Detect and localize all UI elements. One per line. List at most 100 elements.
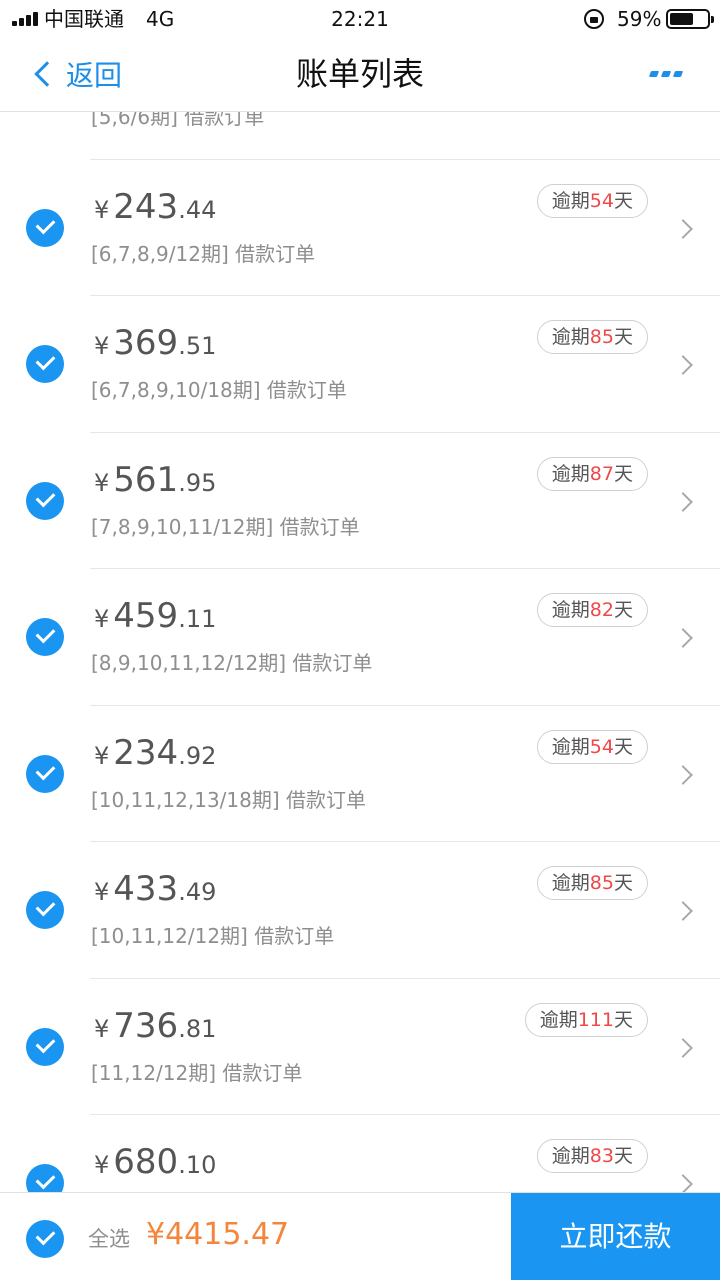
overdue-badge: 逾期54天 xyxy=(536,183,648,218)
bill-amount: ¥561.95 xyxy=(94,460,216,500)
bill-description: [7,8,9,10,11/12期] 借款订单 xyxy=(91,514,360,539)
bill-amount: ¥369.51 xyxy=(94,323,216,363)
bill-row[interactable]: [5,6/6期] 借款订单 xyxy=(0,112,720,160)
overdue-days: 85 xyxy=(589,326,614,348)
amount-integer: 243 xyxy=(113,186,179,227)
overdue-suffix: 天 xyxy=(613,1145,633,1167)
bill-checkbox[interactable] xyxy=(26,208,64,247)
overdue-badge: 逾期85天 xyxy=(536,866,648,900)
amount-integer: 369 xyxy=(113,323,179,363)
overdue-badge: 逾期83天 xyxy=(536,1139,648,1173)
bill-row[interactable]: ¥243.44 [6,7,8,9/12期] 借款订单 逾期54天 xyxy=(0,160,720,297)
bill-description: [10,11,12/12期] 借款订单 xyxy=(91,924,335,948)
bill-row[interactable]: ¥459.11 [8,9,10,11,12/12期] 借款订单 逾期82天 xyxy=(0,569,720,706)
overdue-prefix: 逾期 xyxy=(551,462,590,485)
overdue-days: 111 xyxy=(577,1008,614,1031)
overdue-prefix: 逾期 xyxy=(551,599,590,621)
navigation-bar: 账单列表 返回 xyxy=(0,38,720,112)
overdue-prefix: 逾期 xyxy=(551,326,590,348)
bill-checkbox[interactable] xyxy=(26,481,64,520)
select-all-checkbox[interactable] xyxy=(26,1220,64,1258)
bill-description: [6,7,8,9,10/18期] 借款订单 xyxy=(91,378,347,402)
bill-row[interactable]: ¥433.49 [10,11,12/12期] 借款订单 逾期85天 xyxy=(0,842,720,979)
more-options-icon[interactable] xyxy=(648,68,684,80)
amount-decimal: .11 xyxy=(178,605,217,633)
bill-row[interactable]: ¥736.81 [11,12/12期] 借款订单 逾期111天 xyxy=(0,979,720,1116)
bill-amount: ¥234.92 xyxy=(94,733,216,773)
amount-integer: 561 xyxy=(113,459,179,500)
bill-amount: ¥433.49 xyxy=(94,869,216,909)
currency-symbol: ¥ xyxy=(94,332,110,360)
bill-list[interactable]: [5,6/6期] 借款订单 ¥243.44 [6,7,8,9/12期] 借款订单 逾期… xyxy=(0,112,720,1192)
bill-checkbox[interactable] xyxy=(26,618,64,656)
bill-amount: ¥736.81 xyxy=(94,1006,216,1046)
bill-checkbox[interactable] xyxy=(26,1164,64,1192)
bill-description: [8,9,10,11,12/12期] 借款订单 xyxy=(91,651,373,675)
bill-checkbox[interactable] xyxy=(26,1027,64,1066)
overdue-prefix: 逾期 xyxy=(539,1008,578,1031)
select-all-label[interactable]: 全选 xyxy=(88,1223,130,1253)
total-amount: ¥4415.47 xyxy=(146,1217,290,1252)
overdue-suffix: 天 xyxy=(613,326,633,348)
overdue-days: 87 xyxy=(589,462,614,485)
currency-symbol: ¥ xyxy=(94,468,110,497)
overdue-prefix: 逾期 xyxy=(551,1145,590,1167)
overdue-suffix: 天 xyxy=(613,462,633,485)
overdue-suffix: 天 xyxy=(613,189,633,212)
back-button[interactable]: 返回 xyxy=(30,52,122,96)
status-bar: 中国联通 4G 22:21 59% xyxy=(0,0,720,38)
overdue-days: 82 xyxy=(589,599,614,621)
amount-integer: 680 xyxy=(113,1142,179,1182)
overdue-badge: 逾期54天 xyxy=(536,729,648,764)
bottom-action-bar: 全选 ¥4415.47 立即还款 xyxy=(0,1192,720,1280)
bill-checkbox[interactable] xyxy=(26,345,64,383)
currency-symbol: ¥ xyxy=(94,741,110,770)
rotation-lock-icon xyxy=(584,9,604,29)
chevron-right-icon[interactable] xyxy=(673,218,693,239)
overdue-days: 54 xyxy=(589,735,614,758)
chevron-right-icon[interactable] xyxy=(673,901,693,921)
amount-decimal: .81 xyxy=(178,1014,217,1043)
overdue-badge: 逾期85天 xyxy=(536,320,648,354)
battery-icon xyxy=(666,9,714,29)
back-label: 返回 xyxy=(66,59,123,92)
currency-symbol: ¥ xyxy=(94,1014,110,1043)
bill-row[interactable]: ¥680.10 逾期83天 xyxy=(0,1115,720,1192)
currency-symbol: ¥ xyxy=(94,878,110,906)
battery-percent: 59% xyxy=(617,7,662,31)
bill-checkbox[interactable] xyxy=(26,891,64,929)
bill-description: [10,11,12,13/18期] 借款订单 xyxy=(91,787,367,812)
bill-checkbox[interactable] xyxy=(26,754,64,793)
bill-description: [11,12/12期] 借款订单 xyxy=(91,1060,303,1085)
currency-symbol: ¥ xyxy=(94,195,110,224)
overdue-prefix: 逾期 xyxy=(551,735,590,758)
pay-now-button[interactable]: 立即还款 xyxy=(511,1193,720,1280)
chevron-right-icon[interactable] xyxy=(673,764,693,785)
chevron-right-icon[interactable] xyxy=(673,628,693,648)
amount-decimal: .10 xyxy=(178,1151,217,1179)
chevron-right-icon[interactable] xyxy=(673,1037,693,1058)
amount-integer: 736 xyxy=(113,1005,179,1046)
overdue-badge: 逾期87天 xyxy=(536,456,648,491)
overdue-suffix: 天 xyxy=(613,599,633,621)
bill-amount: ¥243.44 xyxy=(94,187,216,227)
bill-amount: ¥459.11 xyxy=(94,596,216,636)
bill-amount: ¥680.10 xyxy=(94,1142,216,1182)
bill-row[interactable]: ¥234.92 [10,11,12,13/18期] 借款订单 逾期54天 xyxy=(0,706,720,843)
bill-row[interactable]: ¥369.51 [6,7,8,9,10/18期] 借款订单 逾期85天 xyxy=(0,296,720,433)
bill-row[interactable]: ¥561.95 [7,8,9,10,11/12期] 借款订单 逾期87天 xyxy=(0,433,720,570)
amount-decimal: .51 xyxy=(178,332,217,360)
amount-decimal: .44 xyxy=(178,195,217,224)
overdue-days: 85 xyxy=(589,872,614,894)
bill-description: [6,7,8,9/12期] 借款订单 xyxy=(91,241,316,266)
overdue-badge: 逾期111天 xyxy=(524,1002,648,1037)
chevron-right-icon[interactable] xyxy=(673,1174,693,1192)
overdue-suffix: 天 xyxy=(613,1008,633,1031)
currency-symbol: ¥ xyxy=(94,1151,110,1179)
bill-description: [5,6/6期] 借款订单 xyxy=(91,112,265,129)
chevron-right-icon[interactable] xyxy=(673,355,693,375)
overdue-days: 83 xyxy=(589,1145,614,1167)
chevron-right-icon[interactable] xyxy=(673,491,693,512)
chevron-left-icon xyxy=(34,61,60,87)
amount-decimal: .92 xyxy=(178,741,217,770)
